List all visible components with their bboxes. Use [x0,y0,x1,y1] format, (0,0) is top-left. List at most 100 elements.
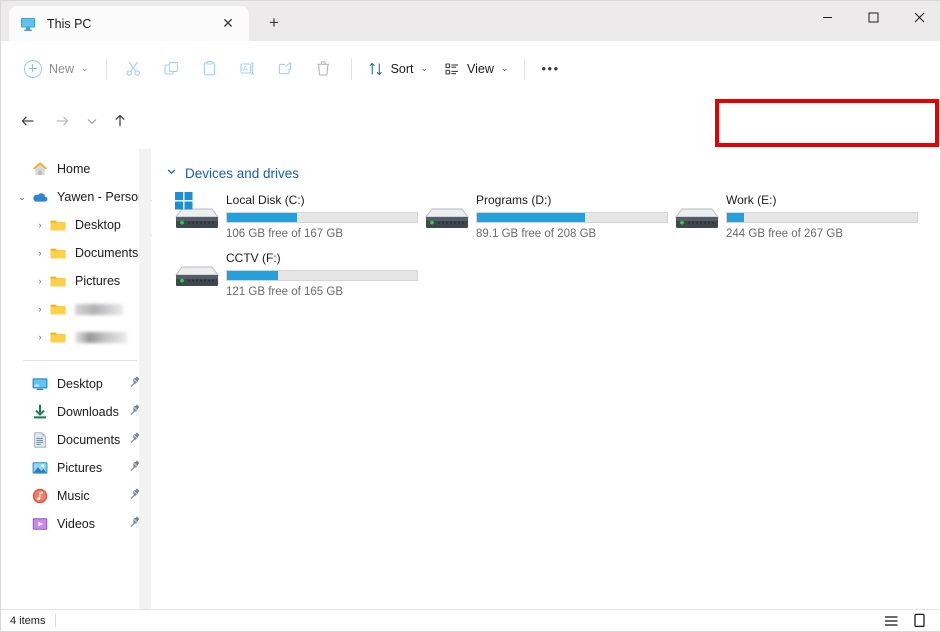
chevron-right-icon[interactable]: › [31,248,49,258]
drive-name: Programs (D:) [476,193,552,207]
sidebar-item-label: Music [57,489,90,503]
view-toggle-group [880,612,940,630]
downloads-icon [31,403,49,421]
file-explorer-window: This PC ✕ + New ⌄ A Sort ⌄ View ⌄ ••• Ho… [0,0,941,632]
cut-button[interactable] [115,52,153,86]
sidebar-scrollbar-track[interactable] [139,149,151,611]
sidebar-item-label: Pictures [57,461,103,475]
sidebar-item-label: Home [57,162,91,176]
chevron-down-icon: ⌄ [500,63,509,73]
group-header-devices-and-drives[interactable]: Devices and drives [166,161,346,185]
music-icon [31,487,49,505]
minimize-button[interactable] [804,1,850,33]
maximize-button[interactable] [850,1,896,33]
up-button[interactable] [105,106,135,136]
chevron-down-icon: ⌄ [420,63,429,73]
drive-capacity-fill [227,271,279,280]
drive-capacity-fill [477,213,586,222]
drive-capacity-bar [226,270,418,281]
sidebar-item-pictures[interactable]: › Pictures [9,267,145,295]
new-button[interactable]: New ⌄ [15,53,98,85]
close-tab-icon[interactable]: ✕ [215,11,241,37]
sidebar-item-label: Pictures [75,274,121,288]
sidebar-item-label: Downloads [57,405,119,419]
chevron-right-icon[interactable]: › [31,304,49,314]
pictures-icon [31,459,49,477]
tab-title: This PC [47,16,92,31]
sidebar-item-downloads[interactable]: Downloads [9,398,145,426]
sidebar-item-videos[interactable]: Videos [9,510,145,538]
hard-drive-icon [670,199,722,243]
new-button-label: New [49,61,75,76]
sort-label: Sort [390,61,414,76]
view-label: View [467,61,494,76]
sidebar-tree: Home ⌄ Yawen - Personal › Desktop › Documents ›… [1,155,151,351]
forward-button[interactable] [47,106,77,136]
sidebar-quick-access: Desktop Downloads Documents Pictures Music Vi… [1,370,151,538]
status-divider [55,614,57,627]
back-button[interactable] [13,106,43,136]
sidebar-item-home[interactable]: Home [9,155,145,183]
hard-drive-icon [170,257,222,301]
view-button[interactable]: View ⌄ [436,53,516,85]
desktop-icon [31,375,49,393]
home-icon [31,160,49,178]
drive-info: Programs (D:) 89.1 GB free of 208 GB [476,191,668,240]
sidebar-item-desktop[interactable]: › Desktop [9,211,145,239]
command-bar: New ⌄ A Sort ⌄ View ⌄ ••• [1,41,940,96]
details-view-button[interactable] [880,612,902,630]
sidebar-item-label: Documents [57,433,121,447]
delete-button[interactable] [305,52,343,86]
sidebar-item-label: Documents [75,246,139,260]
chevron-down-icon[interactable] [166,166,177,180]
drive-capacity-bar [476,212,668,223]
toolbar-divider-1 [105,57,107,80]
sidebar-item-redacted-6[interactable]: › [9,323,145,351]
drive-item[interactable]: Programs (D:) 89.1 GB free of 208 GB [420,191,670,247]
new-tab-button[interactable]: + [259,9,289,37]
sidebar-item-music[interactable]: Music [9,482,145,510]
toolbar-divider-2 [350,57,352,80]
toolbar-divider-3 [524,57,526,80]
sidebar-item-redacted-5[interactable]: › [9,295,145,323]
chevron-down-icon[interactable]: ⌄ [13,192,31,202]
sidebar-item-yawen-personal[interactable]: ⌄ Yawen - Personal [9,183,145,211]
drive-name: CCTV (F:) [226,251,281,265]
title-bar: This PC ✕ + [1,1,940,41]
drive-item[interactable]: Work (E:) 244 GB free of 267 GB [670,191,920,247]
sidebar-item-documents[interactable]: Documents [9,426,145,454]
large-icons-view-button[interactable] [908,612,930,630]
chevron-right-icon[interactable]: › [31,332,49,342]
recent-locations-button[interactable] [77,106,107,136]
sidebar-item-desktop[interactable]: Desktop [9,370,145,398]
item-count-label: 4 items [10,614,46,627]
sidebar-item-documents[interactable]: › Documents [9,239,145,267]
chevron-right-icon[interactable]: › [31,276,49,286]
hard-drive-icon [170,192,222,243]
sidebar-item-pictures[interactable]: Pictures [9,454,145,482]
sidebar-item-label: Desktop [75,218,121,232]
chevron-down-icon: ⌄ [81,63,89,73]
drive-info: Local Disk (C:) 106 GB free of 167 GB [226,191,418,240]
drive-item[interactable]: Local Disk (C:) 106 GB free of 167 GB [170,191,420,247]
rename-button[interactable]: A [229,52,267,86]
onedrive-icon [31,188,49,206]
drive-free-space-label: 89.1 GB free of 208 GB [476,228,597,240]
copy-button[interactable] [153,52,191,86]
drive-capacity-fill [727,213,745,222]
sidebar-item-label-redacted [75,331,127,343]
more-options-button[interactable]: ••• [533,53,567,85]
drive-item[interactable]: CCTV (F:) 121 GB free of 165 GB [170,249,420,305]
sidebar-item-label: Desktop [57,377,103,391]
chevron-right-icon[interactable]: › [31,220,49,230]
tab-this-pc[interactable]: This PC ✕ [9,6,249,41]
sort-button[interactable]: Sort ⌄ [360,53,436,85]
share-button[interactable] [267,52,305,86]
drive-info: Work (E:) 244 GB free of 267 GB [726,191,918,240]
close-window-button[interactable] [896,1,940,33]
paste-button[interactable] [191,52,229,86]
drive-free-space-label: 244 GB free of 267 GB [726,228,843,240]
sidebar-divider [23,360,137,361]
sidebar-item-label: Videos [57,517,95,531]
sidebar-item-label-redacted [75,303,123,315]
